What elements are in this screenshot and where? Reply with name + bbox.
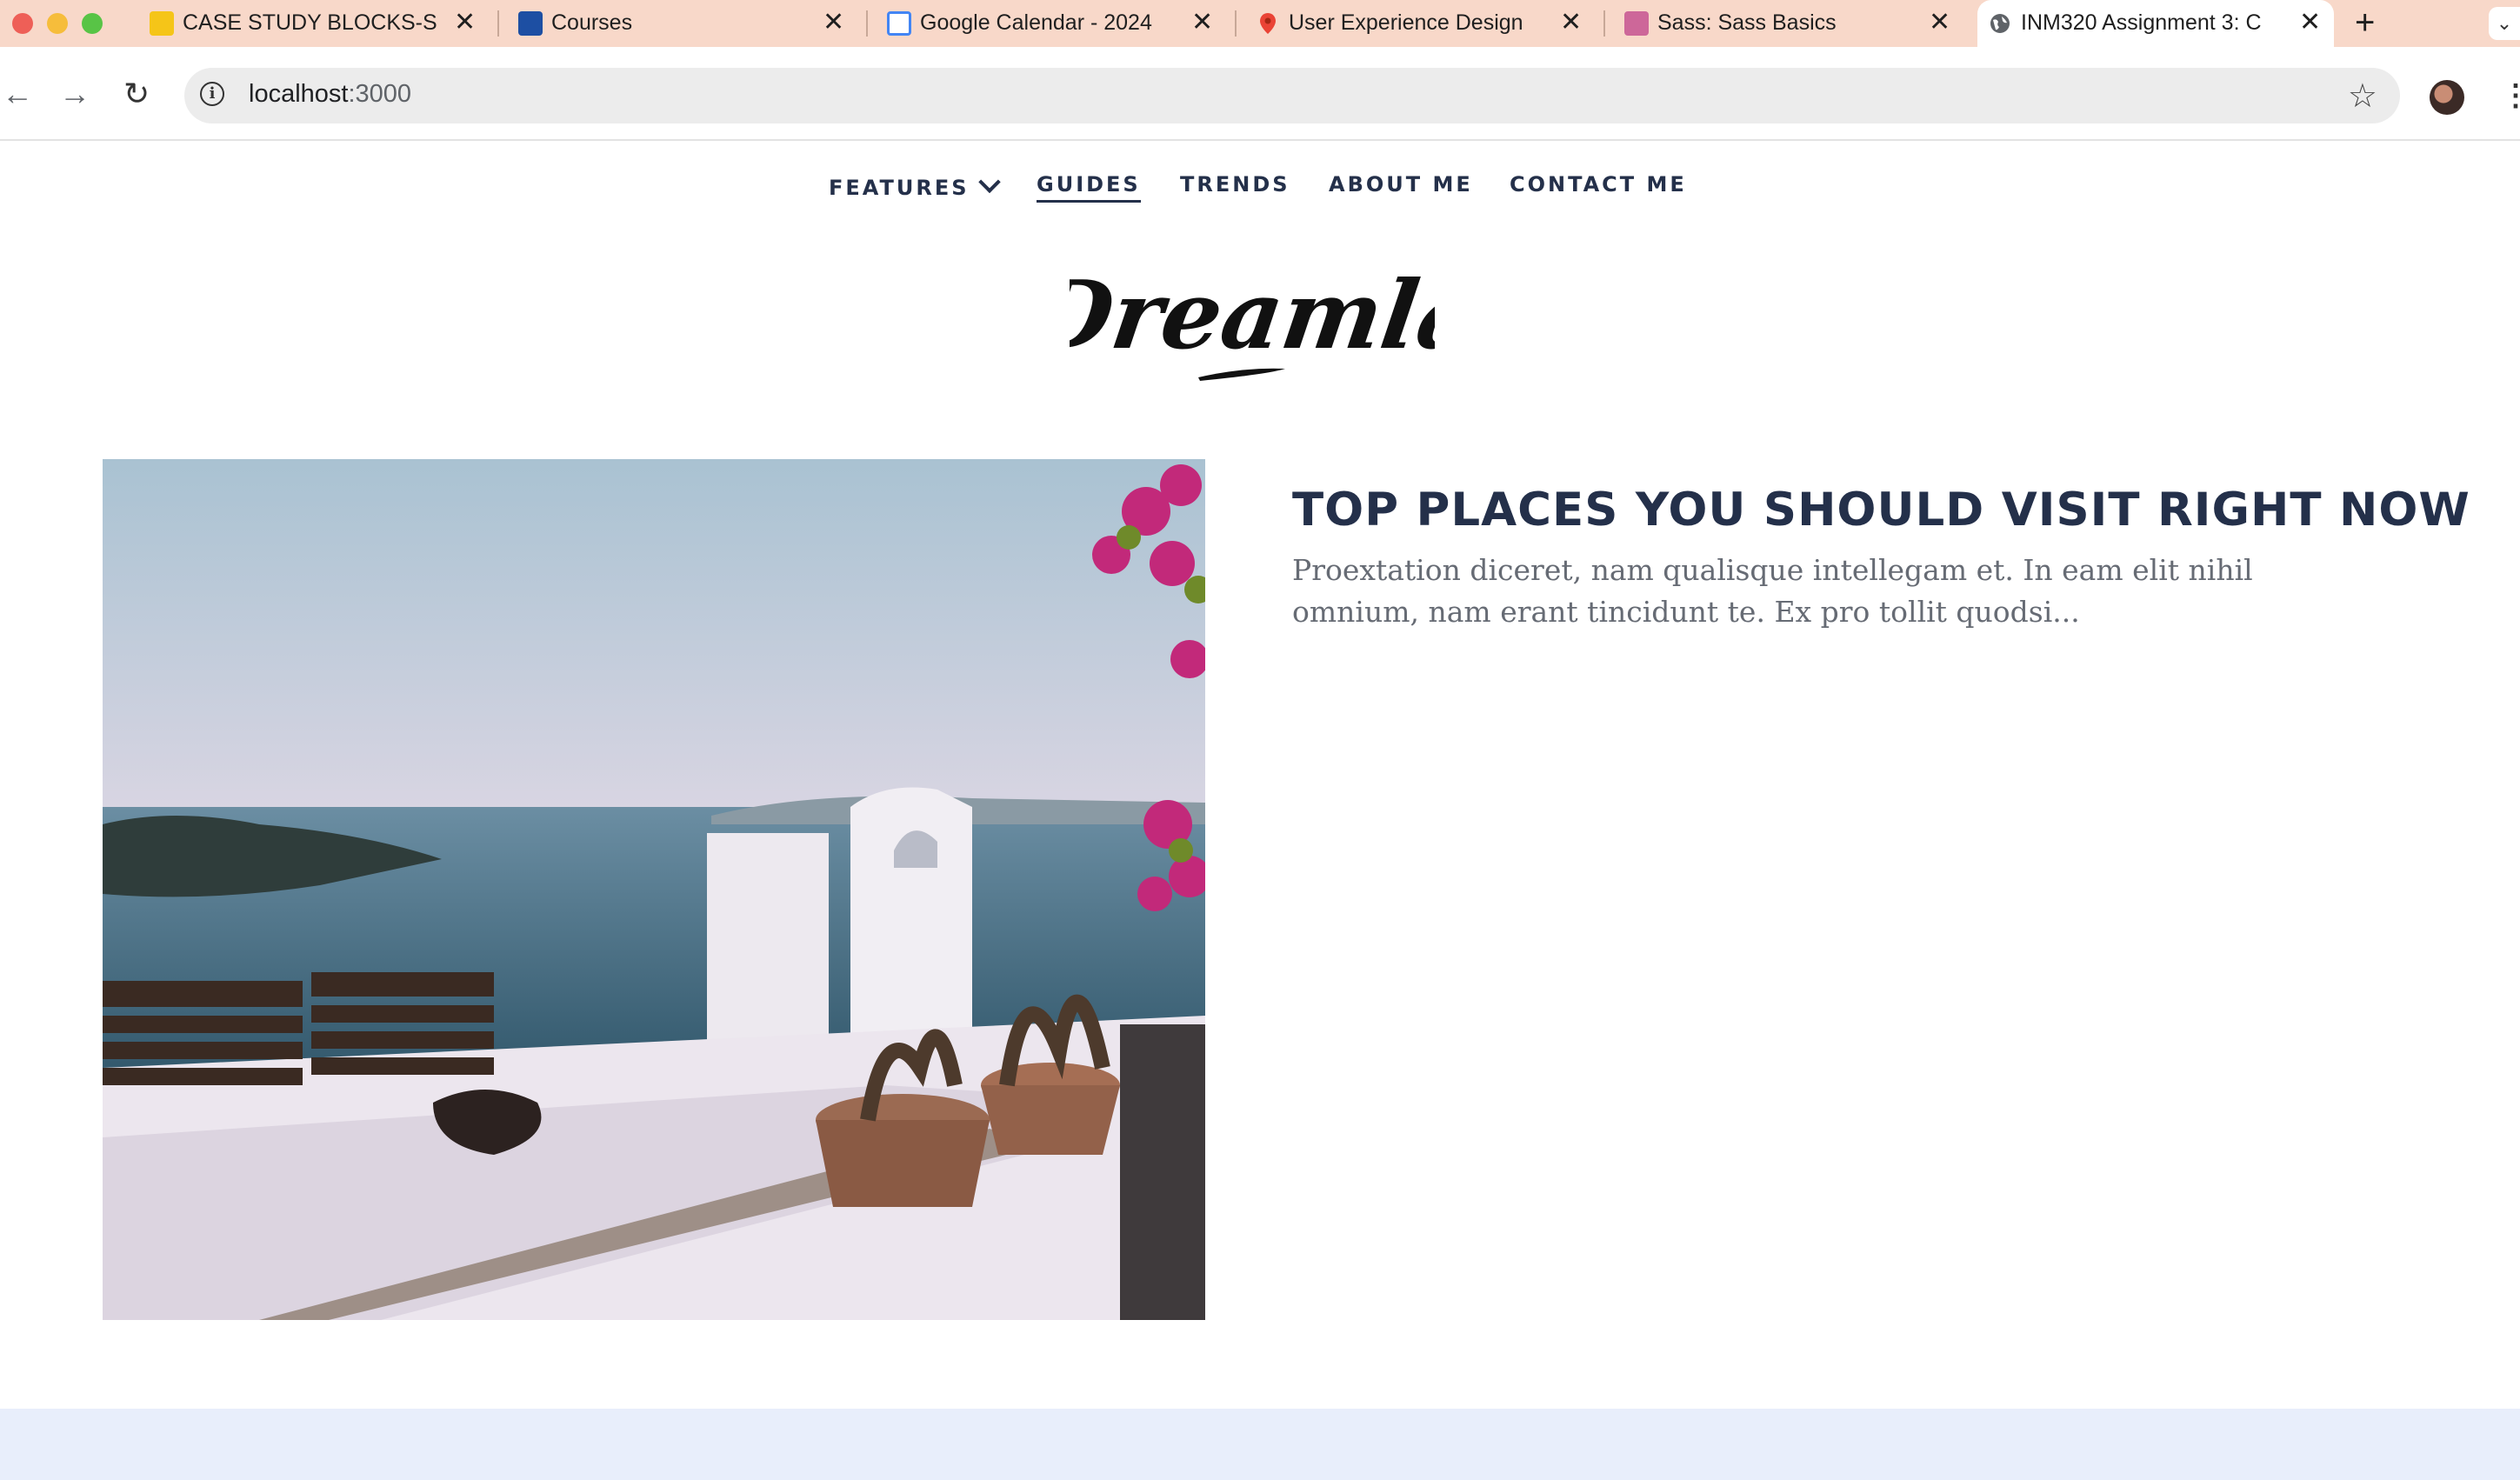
tab-divider (497, 10, 499, 37)
post-title[interactable]: TOP PLACES YOU SHOULD VISIT RIGHT NOW (1292, 483, 2475, 537)
logo-text: Dreamla (1070, 261, 1435, 370)
close-tab-icon[interactable]: ✕ (1560, 7, 1582, 38)
tab-divider (866, 10, 868, 37)
url-text[interactable]: localhost:3000 (249, 80, 411, 109)
canvas-icon (518, 11, 543, 36)
tab-strip: CASE STUDY BLOCKS-S ✕ Courses ✕ Google C… (0, 0, 2520, 47)
browser-tab[interactable]: Google Calendar - 2024 ✕ (877, 0, 1224, 47)
site-info-icon[interactable]: i (200, 82, 224, 106)
sass-icon (1624, 11, 1649, 36)
tab-title: INM320 Assignment 3: C (2021, 10, 2262, 35)
tab-title: CASE STUDY BLOCKS-S (183, 10, 437, 35)
browser-tab-active[interactable]: INM320 Assignment 3: C ✕ (1977, 0, 2334, 47)
nav-item-trends[interactable]: TRENDS (1180, 172, 1290, 197)
calendar-icon (887, 11, 911, 36)
globe-icon (1988, 11, 2012, 36)
nav-item-features[interactable]: FEATURES (829, 170, 1001, 200)
browser-tab[interactable]: Sass: Sass Basics ✕ (1614, 0, 1962, 47)
browser-tab[interactable]: CASE STUDY BLOCKS-S ✕ (139, 0, 487, 47)
url-host: localhost (249, 80, 349, 108)
close-tab-icon[interactable]: ✕ (1929, 7, 1950, 38)
close-window-button[interactable] (12, 13, 33, 34)
browser-toolbar: ← → ↻ i localhost:3000 ☆ ⋮ (0, 47, 2520, 141)
menu-kebab-icon[interactable]: ⋮ (2501, 78, 2520, 113)
address-bar[interactable]: i localhost:3000 ☆ (184, 68, 2400, 123)
browser-tab[interactable]: User Experience Design ✕ (1245, 0, 1593, 47)
nav-label: FEATURES (829, 176, 970, 200)
back-arrow-icon[interactable]: ← (2, 77, 33, 111)
forward-arrow-icon[interactable]: → (59, 77, 90, 111)
miro-icon (150, 11, 174, 36)
maximize-window-button[interactable] (82, 13, 103, 34)
profile-avatar[interactable] (2430, 80, 2464, 115)
new-tab-button[interactable]: + (2355, 3, 2375, 43)
tab-divider (1235, 10, 1237, 37)
map-pin-icon (1256, 11, 1280, 36)
chevron-down-icon (977, 170, 1001, 194)
nav-item-contact-me[interactable]: CONTACT ME (1510, 172, 1687, 197)
hero-image[interactable] (103, 459, 1205, 1320)
close-tab-icon[interactable]: ✕ (1191, 7, 1213, 38)
nav-item-about-me[interactable]: ABOUT ME (1329, 172, 1473, 197)
url-port: :3000 (348, 80, 412, 108)
site-navigation: FEATURES GUIDES TRENDS ABOUT ME CONTACT … (0, 170, 2520, 207)
tab-title: Google Calendar - 2024 (920, 10, 1152, 35)
tab-search-chevron-icon[interactable]: ⌄ (2489, 7, 2520, 40)
minimize-window-button[interactable] (47, 13, 68, 34)
close-tab-icon[interactable]: ✕ (823, 7, 844, 38)
bookmark-star-icon[interactable]: ☆ (2348, 77, 2377, 116)
tab-divider (1603, 10, 1605, 37)
nav-item-guides[interactable]: GUIDES (1037, 172, 1141, 203)
reload-icon[interactable]: ↻ (123, 77, 150, 111)
post-excerpt: Proextation diceret, nam qualisque intel… (1292, 553, 2253, 629)
tab-title: Courses (551, 10, 633, 35)
browser-tab[interactable]: Courses ✕ (508, 0, 856, 47)
site-logo[interactable]: Dreamla (1021, 259, 1486, 391)
tab-title: Sass: Sass Basics (1657, 10, 1837, 35)
footer-band (0, 1409, 2520, 1480)
close-tab-icon[interactable]: ✕ (2299, 7, 2321, 38)
tab-title: User Experience Design (1289, 10, 1523, 35)
close-tab-icon[interactable]: ✕ (454, 7, 476, 38)
